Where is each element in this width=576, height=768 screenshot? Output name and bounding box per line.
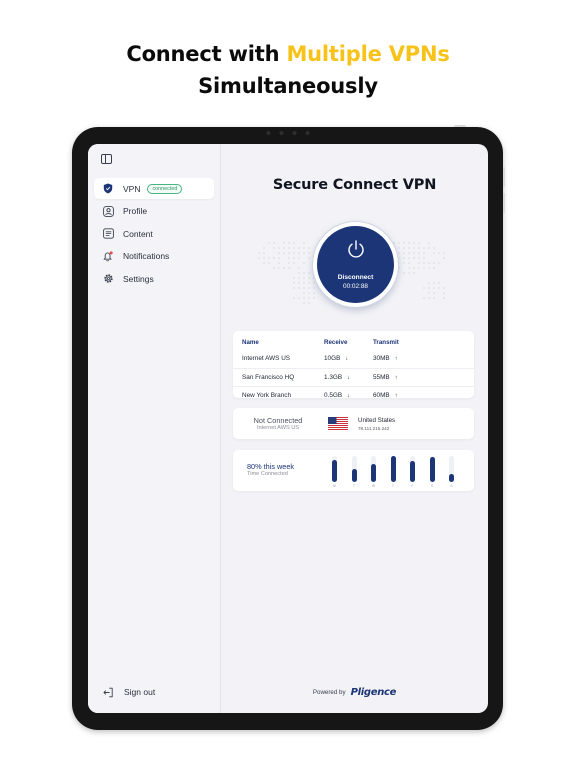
row-transmit: 30MB ↑	[373, 354, 398, 362]
power-icon	[348, 240, 364, 258]
row-name: New York Branch	[242, 392, 292, 400]
weekly-sub-label: Time Connected	[247, 471, 288, 477]
day-bar: F	[410, 456, 415, 488]
day-label: S	[450, 484, 453, 488]
camera-array	[266, 131, 309, 135]
brand-logo: Pligence	[350, 687, 397, 698]
document-icon	[101, 227, 115, 241]
bar-fill	[390, 456, 396, 482]
bell-icon	[101, 249, 115, 263]
column-header-transmit: Transmit	[373, 339, 399, 346]
arrow-up-icon: ↑	[394, 393, 398, 400]
sign-out-icon	[101, 685, 115, 699]
sidebar: VPN connected Profile Content Notificati…	[88, 144, 221, 713]
day-bar: S	[449, 456, 454, 488]
shield-icon	[101, 182, 115, 196]
powered-by-label: Powered by	[312, 689, 346, 696]
weekly-percent: 80% this week	[247, 462, 295, 471]
day-bar: S	[429, 456, 435, 488]
tablet-frame: VPN connected Profile Content Notificati…	[72, 125, 505, 730]
headline-highlight: Multiple VPNs	[286, 42, 450, 66]
sidebar-item-label: Content	[123, 228, 153, 239]
headline-line-1: Connect with Multiple VPNs	[126, 42, 450, 66]
arrow-down-icon: ↓	[347, 393, 351, 400]
arrow-down-icon: ↓	[347, 374, 351, 381]
user-icon	[101, 204, 115, 218]
row-transmit: 55MB ↑	[373, 373, 398, 381]
sidebar-item-label: Profile	[123, 206, 148, 217]
disconnect-power-button[interactable]: Disconnect 00:02:88	[313, 222, 398, 307]
day-bar: T	[351, 456, 357, 488]
row-name: San Francisco HQ	[242, 373, 295, 381]
row-receive: 10GB ↓	[324, 354, 349, 362]
bar-fill	[410, 460, 415, 482]
sidebar-item-notifications[interactable]: Notifications	[94, 246, 214, 267]
bar-fill	[449, 474, 454, 482]
sign-out-button[interactable]: Sign out	[101, 685, 155, 699]
main-panel: Secure Connect VPN Disconnect 00:02:88 N…	[221, 144, 488, 713]
powered-by-footer: Powered by Pligence	[221, 687, 488, 698]
table-row[interactable]: Internet AWS US 10GB ↓ 30MB ↑	[233, 349, 474, 368]
day-label: F	[411, 484, 414, 488]
weekly-bar-chart: MTWTFSS	[332, 456, 454, 488]
sidebar-toggle-icon[interactable]	[101, 154, 112, 164]
sidebar-nav: VPN connected Profile Content Notificati…	[94, 178, 214, 291]
day-label: T	[353, 484, 355, 488]
bar-fill	[332, 459, 337, 482]
sidebar-item-label: VPN	[123, 183, 141, 194]
row-name: Internet AWS US	[242, 354, 291, 362]
connection-server: Internet AWS US	[256, 425, 300, 431]
table-row[interactable]: San Francisco HQ 1.3GB ↓ 55MB ↑	[233, 367, 474, 387]
arrow-up-icon: ↑	[394, 374, 398, 381]
app-screen: VPN connected Profile Content Notificati…	[88, 144, 488, 713]
day-label: M	[333, 484, 336, 488]
arrow-down-icon: ↓	[345, 355, 349, 362]
gear-icon	[101, 272, 115, 286]
connection-status-card[interactable]: Not Connected Internet AWS US United Sta…	[233, 408, 474, 439]
server-country: United States	[358, 417, 396, 424]
row-receive: 1.3GB ↓	[324, 373, 351, 381]
day-bar: M	[332, 456, 337, 488]
bar-fill	[351, 469, 357, 482]
row-receive: 0.5GB ↓	[324, 392, 351, 400]
connected-badge: connected	[147, 183, 183, 194]
column-header-name: Name	[242, 339, 259, 346]
top-button	[454, 125, 466, 127]
sidebar-item-settings[interactable]: Settings	[94, 268, 214, 289]
volume-down-button	[503, 193, 505, 213]
arrow-up-icon: ↑	[394, 355, 398, 362]
headline-line-2: Simultaneously	[198, 74, 378, 98]
table-row[interactable]: New York Branch 0.5GB ↓ 60MB ↑	[233, 386, 474, 405]
sign-out-label: Sign out	[124, 687, 156, 697]
sidebar-item-label: Notifications	[123, 251, 170, 262]
day-bar: W	[371, 456, 376, 488]
weekly-usage-card: 80% this week Time Connected M T W T F S S	[233, 450, 474, 491]
sidebar-item-vpn[interactable]: VPN connected	[94, 178, 214, 199]
us-flag-icon	[328, 417, 348, 430]
connections-table: Name Receive Transmit Internet AWS US 10…	[233, 331, 474, 399]
server-ip: 78.111.215.242	[358, 426, 390, 431]
volume-up-button	[503, 167, 505, 187]
day-label: T	[392, 484, 394, 488]
bar-fill	[429, 457, 435, 482]
sidebar-item-profile[interactable]: Profile	[94, 201, 214, 222]
connection-timer: 00:02:88	[343, 283, 368, 290]
sidebar-item-content[interactable]: Content	[94, 223, 214, 244]
day-bar: T	[390, 456, 396, 488]
connection-status: Not Connected	[253, 416, 303, 425]
power-button-label: Disconnect	[337, 274, 374, 281]
sidebar-item-label: Settings	[123, 273, 154, 284]
bar-fill	[371, 463, 376, 482]
day-label: W	[371, 484, 375, 488]
page-title: Secure Connect VPN	[272, 177, 437, 193]
promo-headline: Connect with Multiple VPNs Simultaneousl…	[0, 38, 576, 102]
column-header-receive: Receive	[324, 339, 348, 346]
table-header: Name Receive Transmit	[233, 339, 474, 349]
row-transmit: 60MB ↑	[373, 392, 398, 400]
day-label: S	[430, 484, 434, 488]
